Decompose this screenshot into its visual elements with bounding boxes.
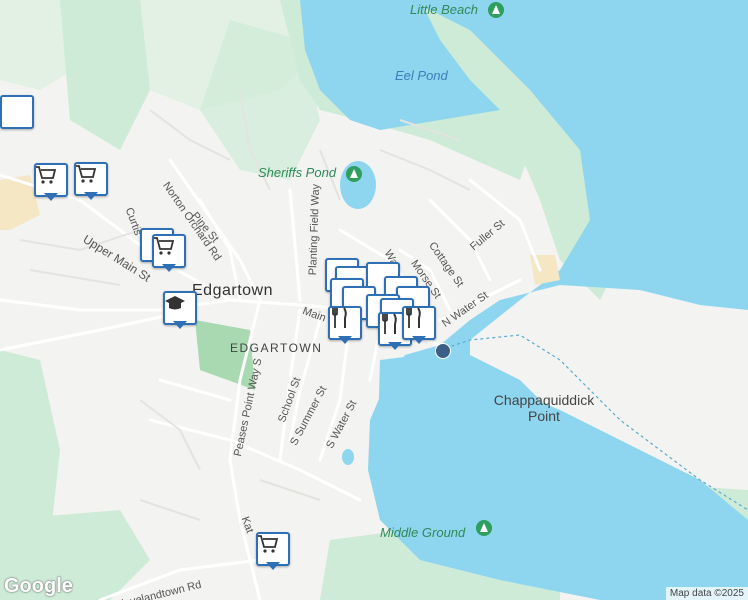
shopping-cart-icon[interactable]	[34, 163, 68, 203]
school-icon[interactable]	[163, 291, 197, 331]
fork-knife-glyph	[406, 307, 421, 328]
shopping-cart-glyph	[76, 165, 97, 183]
park-tree-icon	[346, 166, 362, 182]
map-canvas[interactable]: Eel Pond Little Beach Sheriffs Pond Midd…	[0, 0, 748, 600]
shopping-cart-icon[interactable]	[256, 532, 290, 572]
ferry-icon[interactable]	[435, 343, 451, 359]
eel-pond-label: Eel Pond	[395, 68, 448, 83]
shopping-cart-icon[interactable]	[152, 234, 186, 274]
middle-ground-label: Middle Ground	[380, 525, 466, 540]
chappaquiddick-point-line1: Chappaquiddick	[493, 392, 595, 408]
graduation-cap-glyph	[165, 296, 185, 310]
little-beach-label: Little Beach	[410, 2, 478, 17]
edgartown-town-label: Edgartown	[192, 282, 273, 299]
fork-knife-glyph	[382, 313, 397, 334]
chappaquiddick-point-line2: Point	[528, 408, 560, 424]
park-tree-icon	[476, 520, 492, 536]
restaurant-icon[interactable]	[402, 306, 436, 346]
park-tree-icon	[488, 2, 504, 18]
shopping-cart-glyph	[154, 237, 175, 255]
shopping-cart-glyph	[36, 166, 57, 184]
shopping-cart-icon[interactable]	[74, 162, 108, 202]
google-logo: Google	[4, 575, 73, 597]
sheriffs-pond-label: Sheriffs Pond	[258, 165, 337, 180]
fork-knife-glyph	[332, 307, 347, 328]
chappaquiddick-point-label: Chappaquiddick Point	[484, 392, 604, 424]
map-attribution[interactable]: Map data ©2025	[665, 587, 748, 600]
shopping-cart-icon[interactable]	[0, 95, 34, 135]
restaurant-icon[interactable]	[328, 306, 362, 346]
shopping-cart-glyph	[258, 535, 279, 553]
edgartown-area-label: EDGARTOWN	[230, 341, 323, 355]
